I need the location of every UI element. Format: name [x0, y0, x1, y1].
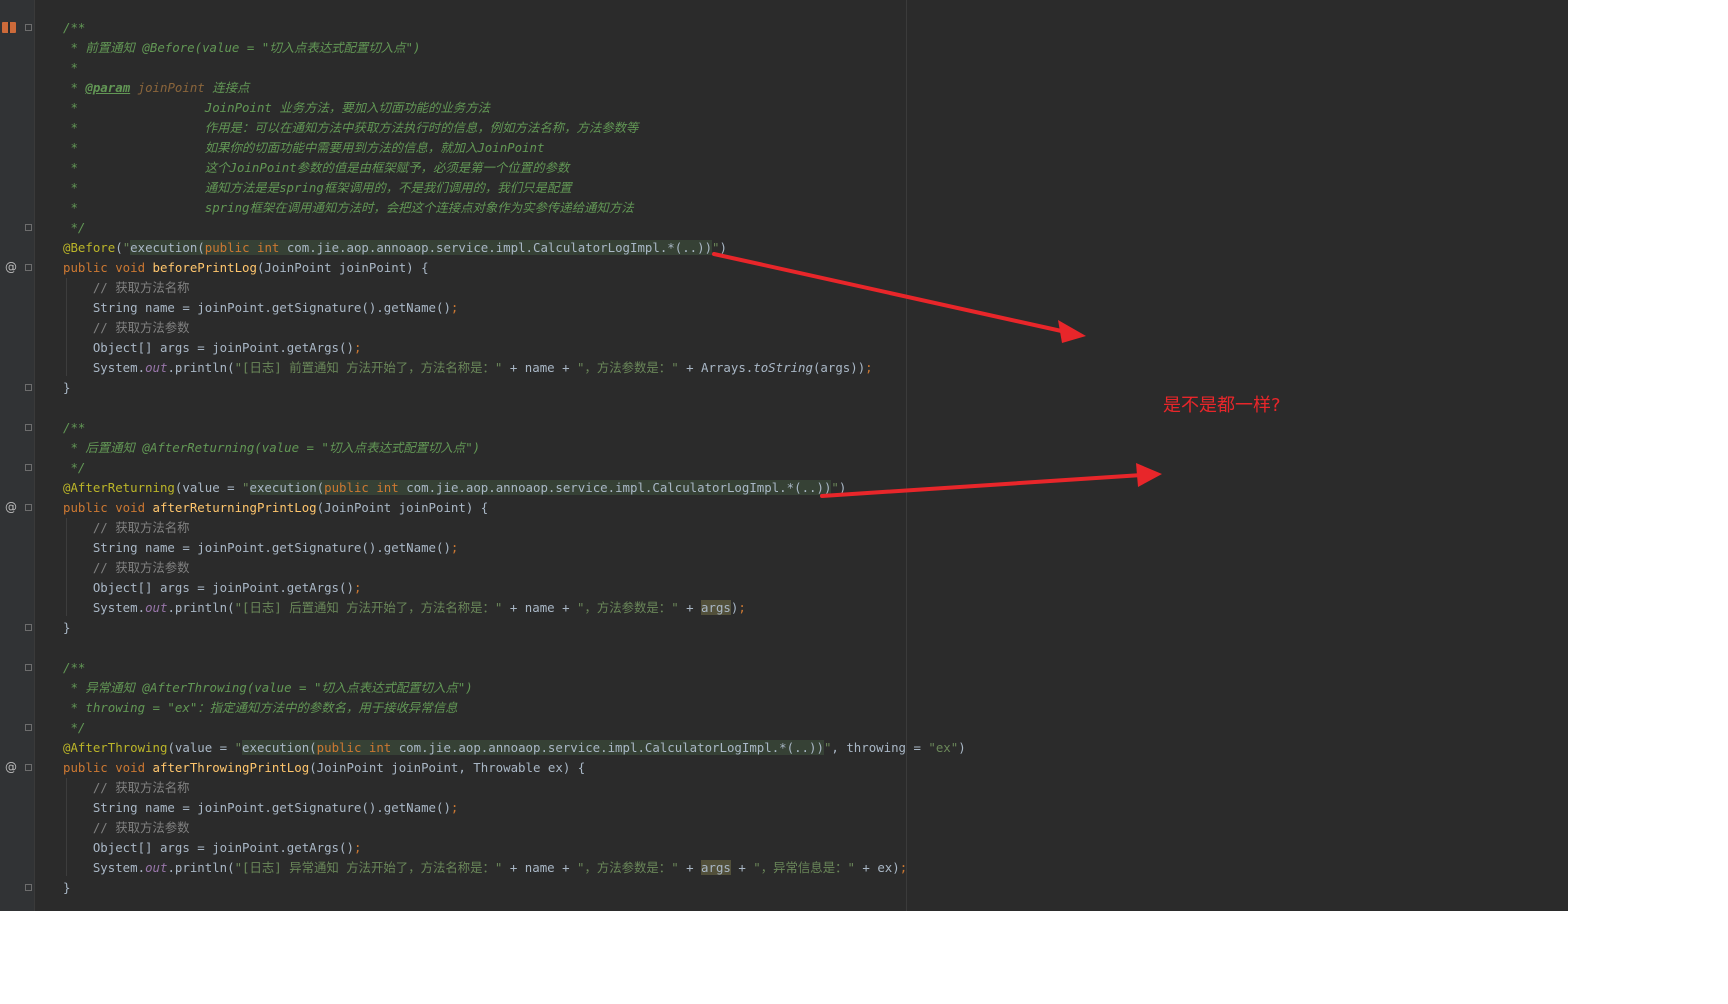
annotation-arrows [712, 252, 1162, 498]
arrow-head-2 [1136, 463, 1162, 487]
annotation-arrow-1 [712, 252, 1068, 334]
arrow-head-1 [1058, 320, 1086, 343]
annotation-text: 是不是都一样? [1163, 395, 1281, 416]
annotation-arrow-2 [820, 473, 1144, 498]
